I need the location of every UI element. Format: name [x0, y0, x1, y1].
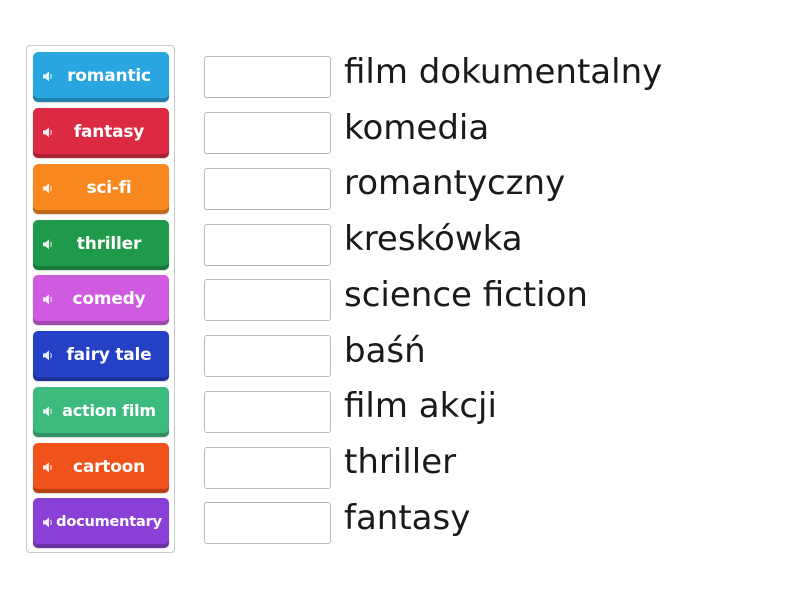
tile-cartoon[interactable]: cartoon: [33, 443, 169, 493]
speaker-icon[interactable]: [42, 461, 54, 473]
speaker-icon[interactable]: [42, 238, 54, 250]
tile-action-film[interactable]: action film: [33, 387, 169, 437]
tile-documentary[interactable]: documentary: [33, 498, 169, 548]
drop-box-8[interactable]: [204, 447, 331, 489]
drop-box-3[interactable]: [204, 168, 331, 210]
target-word: romantyczny: [344, 163, 566, 203]
drop-box-4[interactable]: [204, 224, 331, 266]
target-word: thriller: [344, 442, 457, 482]
tile-fantasy[interactable]: fantasy: [33, 108, 169, 158]
drop-box-1[interactable]: [204, 56, 331, 98]
target-word: komedia: [344, 108, 490, 148]
tile-comedy[interactable]: comedy: [33, 275, 169, 325]
target-word: fantasy: [344, 498, 471, 538]
speaker-icon[interactable]: [42, 182, 54, 194]
speaker-icon[interactable]: [42, 516, 54, 528]
speaker-icon[interactable]: [42, 293, 54, 305]
tile-romantic[interactable]: romantic: [33, 52, 169, 102]
drop-box-7[interactable]: [204, 391, 331, 433]
speaker-icon[interactable]: [42, 405, 54, 417]
target-word: science fiction: [344, 275, 588, 315]
drop-box-6[interactable]: [204, 335, 331, 377]
drop-box-5[interactable]: [204, 279, 331, 321]
target-word: baśń: [344, 331, 426, 371]
drop-box-2[interactable]: [204, 112, 331, 154]
speaker-icon[interactable]: [42, 349, 54, 361]
target-word: kreskówka: [344, 219, 523, 259]
drop-box-9[interactable]: [204, 502, 331, 544]
tile-sci-fi[interactable]: sci-fi: [33, 164, 169, 214]
target-word: film akcji: [344, 386, 497, 426]
answer-tiles-panel: romantic fantasy sci-fi thriller comedy …: [26, 45, 175, 553]
target-word: film dokumentalny: [344, 52, 663, 92]
tile-thriller[interactable]: thriller: [33, 220, 169, 270]
speaker-icon[interactable]: [42, 70, 54, 82]
tile-fairy-tale[interactable]: fairy tale: [33, 331, 169, 381]
speaker-icon[interactable]: [42, 126, 54, 138]
